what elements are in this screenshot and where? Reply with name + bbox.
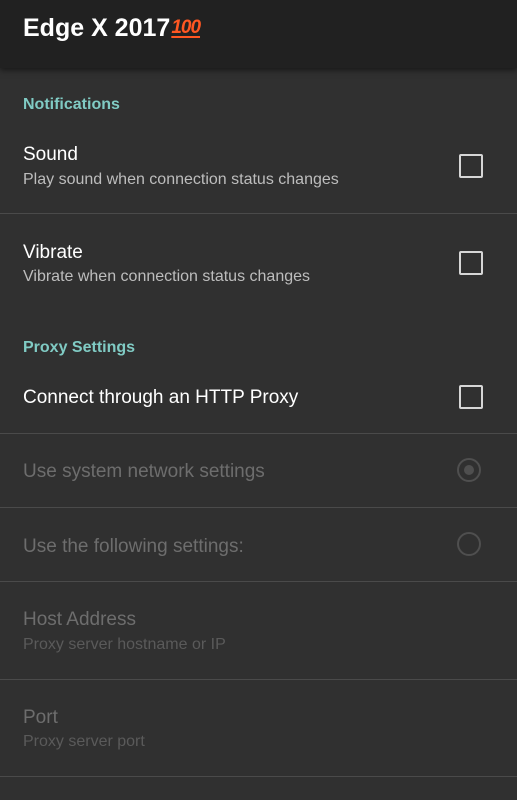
divider [0,776,517,777]
pref-http-proxy-title: Connect through an HTTP Proxy [23,387,299,408]
section-header-notifications: Notifications [23,96,120,113]
pref-port-title: Port [23,707,58,728]
pref-host-address[interactable]: Host Address Proxy server hostname or IP [0,582,517,679]
pref-sound-summary: Play sound when connection status change… [23,171,339,188]
pref-host-title: Host Address [23,609,136,630]
pref-system-network[interactable]: Use system network settings [0,434,517,507]
hundred-points-icon: 100 [171,17,201,38]
pref-host-summary: Proxy server hostname or IP [23,636,226,653]
sound-checkbox[interactable] [459,154,483,178]
pref-sound-title: Sound [23,144,78,165]
pref-sound[interactable]: Sound Play sound when connection status … [0,130,517,214]
http-proxy-checkbox[interactable] [459,385,483,409]
pref-port[interactable]: Port Proxy server port [0,680,517,777]
vibrate-checkbox[interactable] [459,251,483,275]
pref-following-settings[interactable]: Use the following settings: [0,508,517,581]
app-bar: Edge X 2017100 [0,0,517,68]
section-header-proxy: Proxy Settings [23,339,136,356]
pref-http-proxy[interactable]: Connect through an HTTP Proxy [0,365,517,433]
following-settings-radio[interactable] [457,532,481,556]
pref-system-network-title: Use system network settings [23,461,265,482]
radio-selected-dot [464,465,474,475]
pref-vibrate[interactable]: Vibrate Vibrate when connection status c… [0,214,517,320]
pref-vibrate-summary: Vibrate when connection status changes [23,268,311,285]
pref-following-settings-title: Use the following settings: [23,536,244,557]
pref-port-summary: Proxy server port [23,733,145,750]
pref-vibrate-title: Vibrate [23,242,83,263]
app-title: Edge X 2017100 [23,14,201,42]
system-network-radio[interactable] [457,458,481,482]
